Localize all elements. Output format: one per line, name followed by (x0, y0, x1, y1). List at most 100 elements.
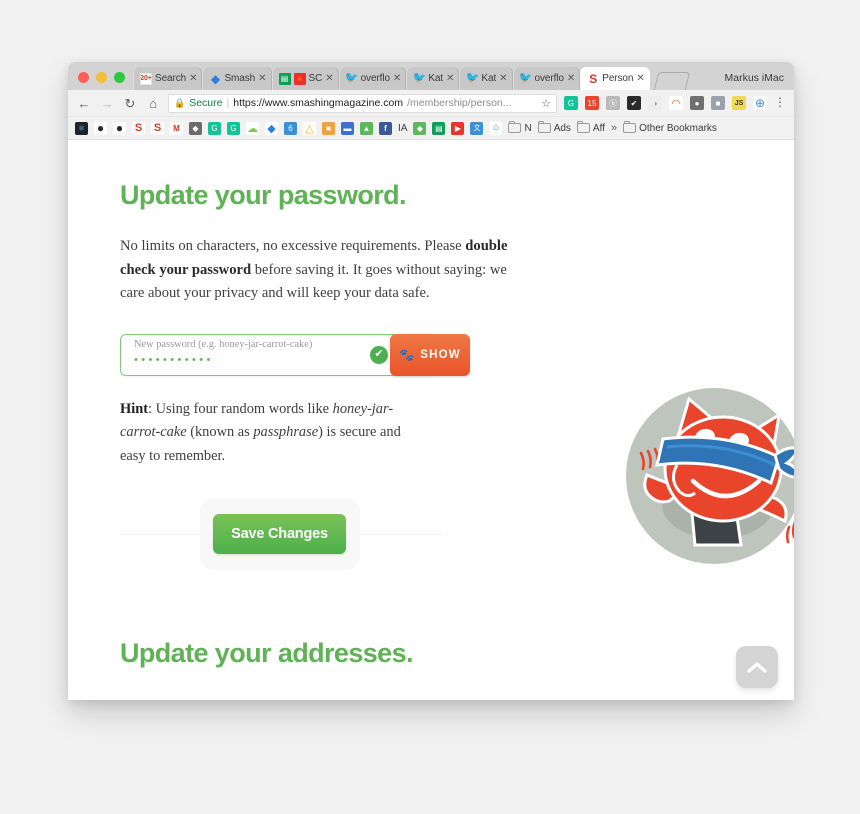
show-password-label: SHOW (420, 348, 461, 361)
smashing-bookmark-icon-2[interactable]: S (151, 121, 164, 135)
moon-extension-icon[interactable]: ◑ (648, 96, 662, 110)
tab-sc[interactable]: ▤ 🍁 SC ✕ (271, 67, 339, 90)
maximize-window-button[interactable] (114, 72, 125, 83)
close-tab-icon[interactable]: ✕ (446, 73, 454, 84)
checkmark-extension-icon[interactable]: ✔ (627, 96, 641, 110)
tab-kat-1[interactable]: 🐦 Kat ✕ (406, 67, 460, 90)
folder-icon (508, 120, 522, 133)
gmail-bookmark-icon[interactable]: M (170, 121, 183, 135)
twitter-icon: 🐦 (466, 72, 479, 84)
lock-icon: 🔒 (174, 97, 186, 108)
save-changes-button[interactable]: Save Changes (213, 513, 346, 554)
omnibox-toolbar: ← → ↻ ⌂ 🔒 Secure | https://www.smashingm… (68, 90, 794, 117)
folder-icon (623, 120, 637, 133)
back-icon[interactable]: ← (76, 95, 92, 111)
bookmark-folder-n[interactable]: N (508, 120, 532, 134)
grammarly-bookmark-icon[interactable]: G (208, 121, 221, 135)
bookmarks-overflow-icon[interactable]: » (611, 122, 617, 134)
tab-label: Search (155, 73, 187, 84)
secure-label: Secure (189, 97, 223, 109)
bookmark-folder-aff[interactable]: Aff (576, 120, 605, 134)
bookmarks-bar: ⚛ ● ● S S M ◆ G G ☁ ◆ 6 △ ■ ▬ ▲ f IA ◆ ▤… (68, 117, 794, 140)
close-window-button[interactable] (78, 72, 89, 83)
close-tab-icon[interactable]: ✕ (258, 73, 266, 84)
github-bookmark-icon-2[interactable]: ● (113, 121, 126, 135)
smashing-bookmark-icon[interactable]: S (132, 121, 145, 135)
close-tab-icon[interactable]: ✕ (189, 73, 197, 84)
tab-label: Kat (428, 73, 444, 84)
bp-extension-icon[interactable]: ⓑ (606, 96, 620, 110)
close-tab-icon[interactable]: ✕ (393, 73, 401, 84)
github-bookmark-icon[interactable]: ● (94, 121, 107, 135)
calendar-extension-icon[interactable]: 15 (585, 96, 599, 110)
youtube-bookmark-icon[interactable]: ▶ (451, 121, 465, 135)
password-input-value: ••••••••••• (134, 353, 214, 366)
orange-bookmark-icon[interactable]: ■ (322, 121, 335, 135)
gmail-icon: 20+ (140, 72, 152, 85)
close-tab-icon[interactable]: ✕ (499, 73, 507, 84)
ghostery-extension-icon[interactable]: ● (690, 96, 704, 110)
evernote-bookmark-icon[interactable]: ▲ (360, 121, 373, 135)
sheets-bookmark-icon[interactable]: ▤ (432, 121, 446, 135)
address-bar[interactable]: 🔒 Secure | https://www.smashingmagazine.… (168, 93, 557, 113)
chrome-menu-icon[interactable]: ⋮ (774, 96, 786, 108)
close-tab-icon[interactable]: ✕ (636, 73, 644, 84)
smashing-icon: S (589, 72, 598, 85)
ia-bookmark-label[interactable]: IA (398, 123, 407, 134)
tab-label: overflo (534, 73, 564, 84)
chevron-up-icon (747, 661, 767, 673)
hint-label: Hint (120, 400, 148, 417)
bookmark-star-icon[interactable]: ☆ (541, 97, 551, 110)
minimize-window-button[interactable] (96, 72, 107, 83)
translate-bookmark-icon[interactable]: 文 (470, 121, 484, 135)
js-extension-icon[interactable]: JS (732, 96, 746, 110)
new-tab-button[interactable] (653, 72, 690, 90)
tab-overflow-2[interactable]: 🐦 overflo ✕ (512, 67, 581, 90)
close-tab-icon[interactable]: ✕ (325, 73, 333, 84)
sixth-bookmark-icon[interactable]: 6 (284, 121, 297, 135)
globe-extension-icon[interactable]: ⊕ (753, 96, 767, 110)
forward-icon[interactable]: → (99, 95, 115, 111)
rainbow-extension-icon[interactable]: ◠ (669, 96, 683, 110)
tab-kat-2[interactable]: 🐦 Kat ✕ (459, 67, 513, 90)
browser-window: 20+ Search ✕ ◆ Smash ✕ ▤ 🍁 SC ✕ 🐦 overfl… (68, 62, 794, 700)
folder-label: Ads (553, 122, 571, 134)
show-password-button[interactable]: 🐾 SHOW (390, 333, 470, 376)
tab-label: overflo (360, 73, 390, 84)
reload-icon[interactable]: ↻ (122, 95, 138, 111)
badge-bookmark-icon[interactable]: ◆ (189, 121, 202, 135)
hint-italic2: passphrase (253, 424, 319, 441)
grammarly-extension-icon[interactable]: G (564, 96, 578, 110)
drive-bookmark-icon[interactable]: △ (303, 121, 316, 135)
dropbox-bookmark-icon[interactable]: ◆ (265, 121, 278, 135)
cloud-bookmark-icon[interactable]: ☁ (246, 121, 259, 135)
tab-overflow-1[interactable]: 🐦 overflo ✕ (338, 67, 407, 90)
tab-smash[interactable]: ◆ Smash ✕ (202, 67, 272, 90)
evernote-bookmark-icon-2[interactable]: ◆ (413, 121, 427, 135)
back-to-top-button[interactable] (736, 646, 778, 688)
twitter-icon: 🐦 (519, 72, 532, 84)
canada-flag-icon: 🍁 (293, 72, 306, 85)
tab-search[interactable]: 20+ Search ✕ (133, 67, 203, 90)
bookmark-folder-ads[interactable]: Ads (537, 120, 571, 134)
grammarly-bookmark-icon-2[interactable]: G (227, 121, 240, 135)
save-row: Save Changes (120, 497, 442, 570)
tab-label: Smash (224, 73, 256, 84)
profile-name[interactable]: Markus iMac (724, 72, 784, 84)
pocket-extension-icon[interactable]: ■ (711, 96, 725, 110)
page-content: Update your password. No limits on chara… (120, 180, 794, 669)
folder-icon (537, 120, 551, 133)
other-bookmarks-folder[interactable]: Other Bookmarks (623, 120, 717, 134)
home-icon[interactable]: ⌂ (145, 95, 161, 111)
url-divider: | (226, 97, 230, 109)
tab-personal-active[interactable]: S Person ✕ (580, 67, 650, 90)
tab-strip: 20+ Search ✕ ◆ Smash ✕ ▤ 🍁 SC ✕ 🐦 overfl… (68, 62, 794, 90)
book-bookmark-icon[interactable]: ▬ (341, 121, 354, 135)
facebook-bookmark-icon[interactable]: f (379, 121, 392, 135)
react-bookmark-icon[interactable]: ⚛ (75, 121, 88, 135)
codepen-bookmark-icon[interactable]: ○ (489, 121, 503, 135)
close-tab-icon[interactable]: ✕ (567, 73, 575, 84)
tab-label: SC (308, 73, 323, 84)
intro-part1: No limits on characters, no excessive re… (120, 238, 466, 254)
folder-label: N (524, 122, 532, 134)
